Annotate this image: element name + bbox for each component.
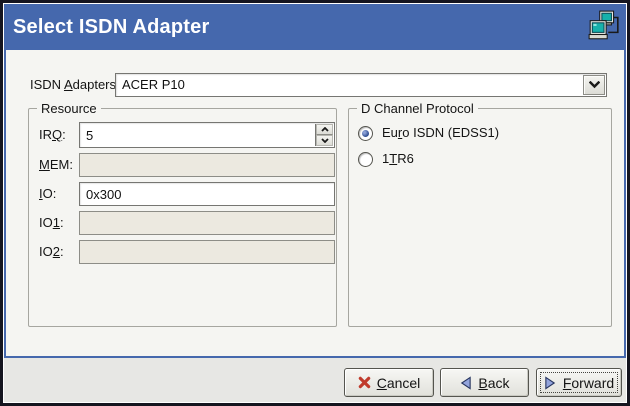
back-button-label: Back [478,375,509,391]
isdn-adapter-combobox-value: ACER P10 [122,74,185,96]
isdn-adapters-label: ISDN Adapters: [30,73,120,97]
network-computers-icon [587,8,621,44]
mem-input [80,154,334,176]
io-input[interactable] [80,183,334,205]
io-field [79,182,335,206]
resource-groupbox: Resource IRQ: [28,108,337,327]
io1-field [79,211,335,235]
cancel-button[interactable]: Cancel [344,368,434,397]
irq-spinbutton [79,122,335,148]
cancel-x-icon [358,376,371,389]
combobox-dropdown-button[interactable] [583,75,605,95]
mem-label: MEM: [39,153,79,177]
spin-up-button[interactable] [316,124,333,135]
io-label: IO: [39,182,79,206]
radio-1tr6-label: 1TR6 [382,151,414,167]
forward-arrow-icon [544,376,557,390]
chevron-down-icon [589,81,600,89]
dialog-titlebar: Select ISDN Adapter [4,4,626,48]
dialog-content: ISDN Adapters: ACER P10 Resource IRQ: [4,48,626,358]
back-arrow-icon [459,376,472,390]
mem-field [79,153,335,177]
cancel-button-label: Cancel [377,375,421,391]
isdn-adapter-combobox[interactable]: ACER P10 [115,73,607,97]
io2-field [79,240,335,264]
radio-1tr6[interactable]: 1TR6 [358,151,414,167]
irq-input[interactable] [80,123,316,147]
irq-label: IRQ: [39,122,79,148]
spin-down-button[interactable] [316,135,333,146]
spin-down-icon [321,138,329,143]
dialog-title: Select ISDN Adapter [13,4,209,48]
radio-euro-isdn[interactable]: Euro ISDN (EDSS1) [358,125,499,141]
radio-euro-isdn-label: Euro ISDN (EDSS1) [382,125,499,141]
io2-label: IO2: [39,240,79,264]
io2-input [80,241,334,263]
dialog-body: Select ISDN Adapter ISDN Adapters: ACER … [4,4,626,402]
forward-button[interactable]: Forward [536,368,622,397]
io1-label: IO1: [39,211,79,235]
back-button[interactable]: Back [440,368,529,397]
radio-button-icon[interactable] [358,152,373,167]
forward-button-label: Forward [563,375,614,391]
resource-group-title: Resource [37,101,101,116]
radio-button-icon[interactable] [358,126,373,141]
dialog-select-isdn-adapter: Select ISDN Adapter ISDN Adapters: ACER … [0,0,630,406]
io1-input [80,212,334,234]
irq-spinner [315,124,333,146]
d-channel-protocol-groupbox: D Channel Protocol Euro ISDN (EDSS1) 1TR… [348,108,612,327]
spin-up-icon [321,127,329,132]
d-channel-protocol-title: D Channel Protocol [357,101,478,116]
